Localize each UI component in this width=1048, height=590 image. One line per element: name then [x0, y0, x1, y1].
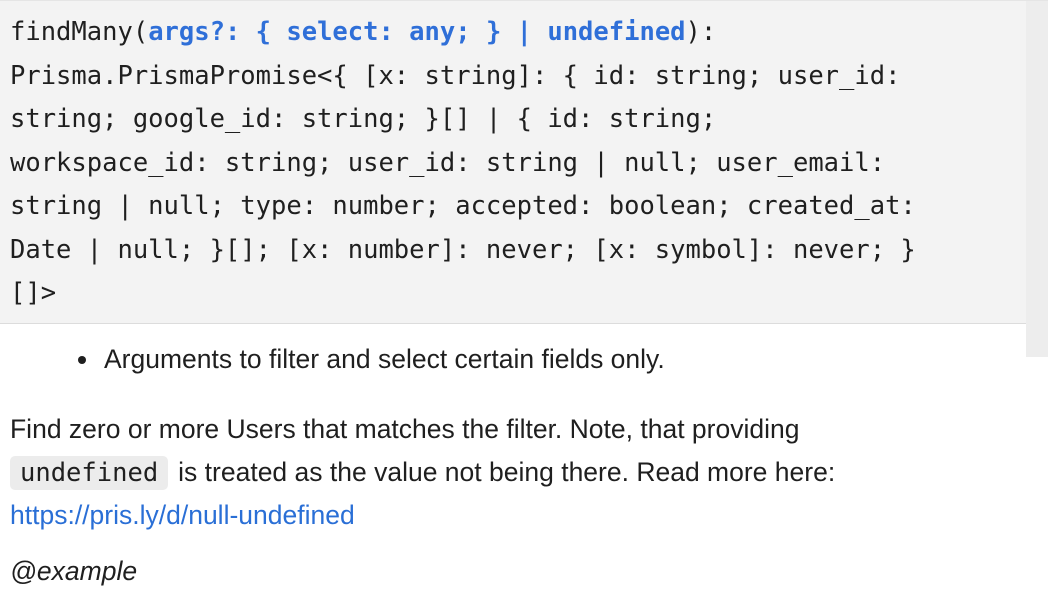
signature-line-7: []> [10, 278, 57, 308]
param-description: Arguments to filter and select certain f… [104, 344, 665, 374]
description-line-2: undefined is treated as the value not bei… [10, 451, 835, 494]
signature-line-6: Date | null; }[]; [x: number]: never; [x… [10, 234, 916, 265]
close-paren: ): [685, 17, 717, 47]
method-description: Find zero or more Users that matches the… [10, 408, 835, 537]
signature-line-3: string; google_id: string; }[] | { id: s… [10, 104, 717, 134]
inline-code-undefined: undefined [10, 456, 169, 490]
description-line-3: https://pris.ly/d/null-undefined [10, 494, 835, 537]
example-tag: @example [10, 556, 138, 586]
function-name: findMany [10, 17, 133, 47]
null-undefined-link[interactable]: https://pris.ly/d/null-undefined [10, 500, 355, 530]
signature-divider [0, 323, 1048, 324]
scrollbar-track[interactable] [1026, 1, 1048, 357]
parameter-args: args?: { select: any; } | undefined [148, 17, 686, 47]
param-bullet: Arguments to filter and select certain f… [78, 344, 665, 375]
signature-line-4: workspace_id: string; user_id: string | … [10, 147, 886, 178]
function-signature: findMany(args?: { select: any; } | undef… [0, 1, 1048, 323]
description-line-1: Find zero or more Users that matches the… [10, 414, 800, 444]
signature-line-2: Prisma.PrismaPromise<{ [x: string]: { id… [10, 60, 901, 91]
open-paren: ( [132, 17, 149, 47]
hover-documentation-popup: findMany(args?: { select: any; } | undef… [0, 0, 1048, 590]
bullet-icon [78, 355, 86, 364]
description-line-2-text: is treated as the value not being there.… [178, 457, 836, 487]
signature-line-1: findMany(args?: { select: any; } | undef… [10, 11, 1040, 55]
signature-line-5: string | null; type: number; accepted: b… [10, 191, 916, 221]
